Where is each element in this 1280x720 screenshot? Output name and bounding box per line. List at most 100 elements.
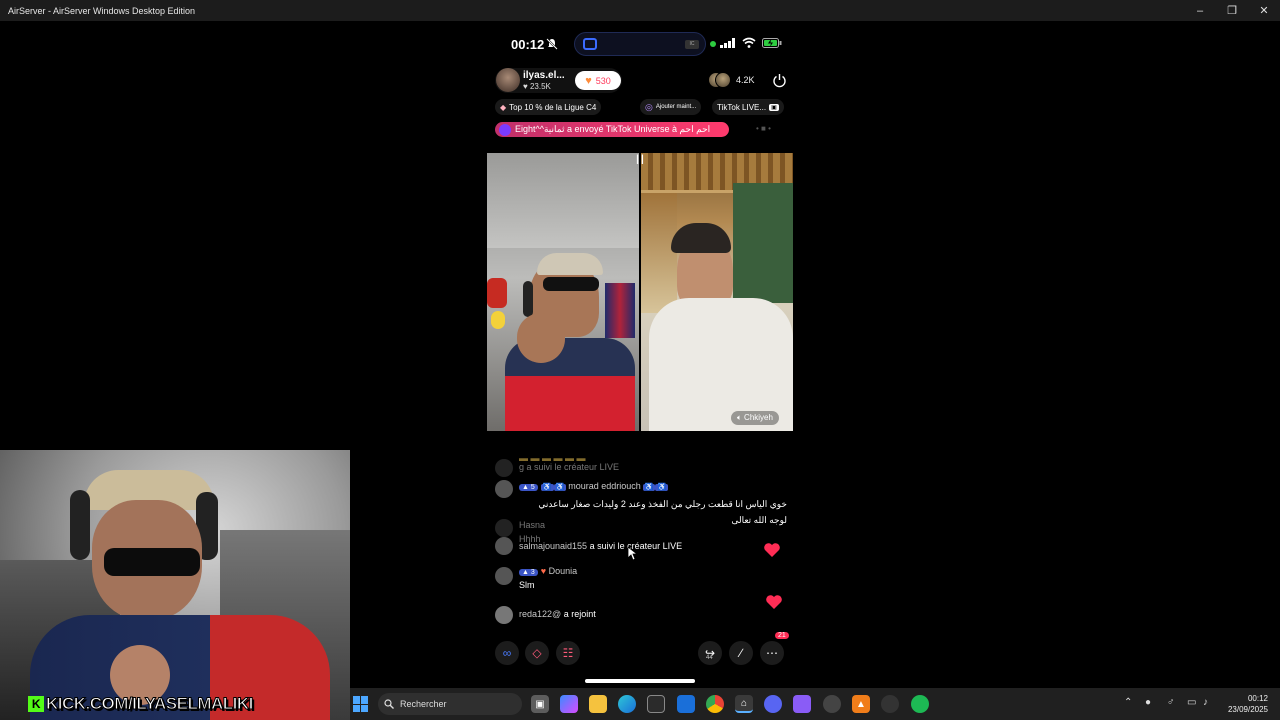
streamer-webcam — [0, 450, 350, 720]
battery-charging-icon — [762, 37, 782, 48]
display-icon[interactable]: ▭ — [1187, 697, 1196, 708]
split-handle-icon[interactable]: ┃┃ — [633, 155, 647, 165]
more-button[interactable]: ⋯ — [760, 641, 784, 665]
gift-banner-text: Eight^^ثمانية a envoyé TikTok Universe à… — [515, 124, 711, 134]
level-value: 3 — [530, 569, 535, 576]
gift-icon — [499, 123, 511, 136]
tv-icon: ▣ — [769, 103, 779, 111]
taskbar-clock[interactable]: 00:12 23/09/2025 — [1226, 693, 1268, 715]
network-tray-icon[interactable]: ● — [1145, 697, 1151, 708]
level-badge: ▲ 5 — [519, 484, 538, 491]
rank-chip[interactable]: ◆ Top 10 % de la Ligue C4 — [495, 99, 602, 115]
chrome-icon[interactable] — [706, 695, 724, 713]
share-count: 44 — [706, 655, 713, 661]
chat-username[interactable]: salmajounaid155 — [519, 541, 587, 551]
level-value: 5 — [530, 484, 535, 491]
chat-username[interactable]: Hasna — [519, 520, 545, 530]
host-avatar[interactable] — [496, 68, 520, 92]
screen-mirror-icon — [583, 38, 597, 50]
dynamic-island[interactable]: IC — [574, 32, 706, 56]
close-button[interactable]: ✕ — [1248, 0, 1280, 21]
spotify-icon[interactable] — [911, 695, 929, 713]
chat-avatar[interactable] — [495, 459, 513, 477]
chat-avatar[interactable] — [495, 519, 513, 537]
chat-text: a suivi le créateur LIVE — [526, 462, 620, 472]
chat-username[interactable]: mourad eddriouch — [568, 481, 641, 491]
infinity-icon: ∞ — [502, 646, 512, 660]
minimize-button[interactable]: – — [1184, 0, 1216, 21]
follow-heart-button[interactable]: ♥ 530 — [575, 71, 621, 90]
diamond-icon: ◇ — [532, 646, 542, 660]
status-icons — [720, 37, 782, 48]
share-button[interactable]: ↪ — [698, 641, 722, 665]
kick-watermark: K KICK.COM/ILYASELMALIKI — [28, 694, 254, 714]
app-a-icon[interactable]: ▲ — [852, 695, 870, 713]
taskbar-search[interactable]: Rechercher — [378, 693, 522, 715]
tiktok-live-chip-label: TikTok LIVE... — [717, 102, 767, 112]
search-icon — [384, 699, 394, 709]
chat-avatar[interactable] — [495, 480, 513, 498]
effects-button[interactable]: ∕ — [729, 641, 753, 665]
chat-avatar[interactable] — [495, 567, 513, 585]
host-likes: ♥ 23.5K — [523, 82, 551, 91]
add-chip-label: Ajouter maint... — [655, 104, 697, 110]
store-icon[interactable] — [647, 695, 665, 713]
host-name[interactable]: ilyas.el... — [523, 70, 565, 81]
game-controller-icon[interactable] — [793, 695, 811, 713]
search-placeholder: Rechercher — [400, 699, 447, 709]
start-button[interactable] — [353, 696, 369, 712]
file-explorer-icon[interactable] — [589, 695, 607, 713]
discord-icon[interactable] — [764, 695, 782, 713]
likes-badge: 21 — [775, 632, 789, 639]
chat-avatar[interactable] — [495, 606, 513, 624]
floating-heart-icon — [764, 543, 780, 557]
phone-clock: 00:12 — [511, 37, 545, 52]
cursor-icon — [628, 547, 637, 561]
apps-button[interactable]: ☷ — [556, 641, 580, 665]
wifi-icon — [742, 37, 756, 48]
clock-date: 23/09/2025 — [1227, 705, 1268, 714]
grid-icon: ☷ — [562, 646, 574, 660]
home-indicator[interactable] — [585, 679, 695, 683]
chat-avatar[interactable] — [495, 537, 513, 555]
magic-wand-icon: ∕ — [739, 646, 742, 660]
tray-chevron-icon[interactable]: ⌃ — [1124, 697, 1132, 708]
volume-icon[interactable]: ♪ — [1203, 697, 1208, 708]
viewer-avatar — [715, 72, 731, 88]
window-title: AirServer - AirServer Windows Desktop Ed… — [8, 5, 196, 16]
wheelchair-icon: ♿ — [642, 484, 656, 491]
chat-message: g a suivi le créateur LIVE — [519, 462, 620, 472]
viewer-list[interactable]: 4.2K — [708, 72, 755, 88]
gift-banner[interactable]: Eight^^ثمانية a envoyé TikTok Universe à… — [495, 122, 729, 137]
screen: AirServer - AirServer Windows Desktop Ed… — [0, 0, 1280, 720]
rank-chip-label: Top 10 % de la Ligue C4 — [509, 102, 597, 112]
host-camera-feed — [487, 153, 639, 431]
maximize-button[interactable]: ❐ — [1216, 0, 1248, 21]
heart-badge-icon: ♥ — [540, 566, 547, 576]
diamond-icon: ◆ — [500, 102, 507, 112]
task-view-icon[interactable]: ▣ — [531, 695, 549, 713]
chat-text: خوي الياس انا قطعت رجلي من الفخذ وعند 2 … — [538, 499, 787, 525]
link-guests-button[interactable]: ∞ — [495, 641, 519, 665]
chat-username[interactable]: Dounia — [549, 566, 578, 576]
signal-icon — [720, 37, 735, 48]
match-button[interactable]: ◇ — [525, 641, 549, 665]
wheelchair-icon: ♿ — [553, 484, 567, 491]
bell-muted-icon — [546, 38, 558, 50]
chat-username[interactable]: reda122@ — [519, 609, 561, 619]
airserver-icon[interactable]: ⌂ — [735, 695, 753, 713]
speaker-tag: 🔈︎ Chkiyeh — [731, 411, 779, 425]
add-chip[interactable]: ◎ Ajouter maint... — [640, 99, 702, 115]
edge-icon[interactable] — [618, 695, 636, 713]
viewer-count: 4.2K — [736, 75, 755, 85]
tiktok-live-chip[interactable]: TikTok LIVE... ▣ — [712, 99, 784, 115]
outlook-icon[interactable] — [677, 695, 695, 713]
chat-text: a rejoint — [563, 609, 596, 619]
app-dark-icon[interactable] — [881, 695, 899, 713]
copilot-icon[interactable] — [560, 695, 578, 713]
guest-camera-feed — [641, 153, 793, 431]
obs-icon[interactable] — [823, 695, 841, 713]
power-icon[interactable] — [772, 73, 787, 88]
microphone-icon[interactable]: ♂ — [1167, 697, 1175, 708]
live-video[interactable]: ┃┃ — [487, 153, 793, 431]
